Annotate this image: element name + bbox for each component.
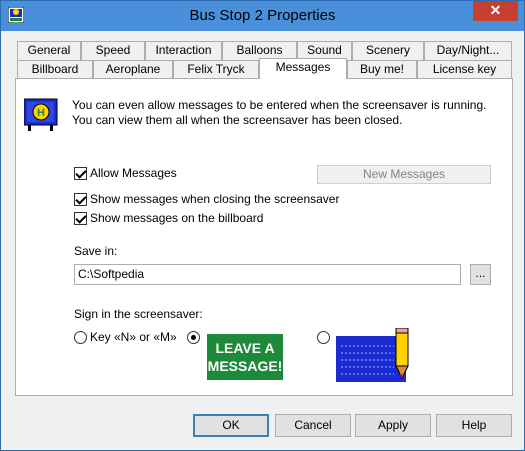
tab-buy-me[interactable]: Buy me! (347, 60, 417, 79)
tab-aeroplane[interactable]: Aeroplane (93, 60, 173, 79)
close-icon[interactable]: ✕ (473, 1, 518, 21)
tab-speed[interactable]: Speed (81, 41, 145, 60)
messages-description: You can even allow messages to be entere… (72, 98, 487, 127)
allow-messages-label[interactable]: Allow Messages (90, 166, 177, 180)
radio-billboard-pen[interactable] (317, 331, 330, 344)
messages-panel: H You can even allow messages to be ente… (15, 78, 513, 396)
radio-leave-message[interactable] (187, 331, 200, 344)
save-in-label: Save in: (74, 244, 118, 258)
show-on-billboard-checkbox[interactable] (74, 211, 87, 225)
svg-text:H: H (37, 107, 45, 119)
show-on-close-label[interactable]: Show messages when closing the screensav… (90, 192, 339, 206)
show-on-close-checkbox[interactable] (74, 192, 87, 206)
help-button[interactable]: Help (436, 414, 512, 437)
tab-interaction[interactable]: Interaction (145, 41, 222, 60)
show-on-billboard-label[interactable]: Show messages on the billboard (90, 211, 263, 225)
apply-button[interactable]: Apply (355, 414, 431, 437)
tab-messages[interactable]: Messages (259, 58, 347, 79)
title-bar[interactable]: Bus Stop 2 Properties ✕ (1, 1, 524, 31)
window-title: Bus Stop 2 Properties (189, 7, 336, 24)
pencil-board-icon[interactable] (336, 328, 414, 382)
tab-general[interactable]: General (17, 41, 81, 60)
new-messages-button[interactable]: New Messages (317, 165, 491, 184)
cancel-button[interactable]: Cancel (275, 414, 351, 437)
allow-messages-checkbox[interactable] (74, 166, 87, 180)
sign-label: Sign in the screensaver: (74, 307, 203, 321)
tab-day-night[interactable]: Day/Night... (424, 41, 512, 60)
tab-scenery[interactable]: Scenery (352, 41, 424, 60)
save-in-input[interactable]: C:\Softpedia (74, 264, 461, 285)
radio-key[interactable] (74, 331, 87, 344)
show-on-billboard-row[interactable]: Show messages on the billboard (74, 210, 263, 226)
show-on-close-row[interactable]: Show messages when closing the screensav… (74, 191, 339, 207)
leave-message-sign[interactable]: LEAVE A MESSAGE! (207, 334, 283, 380)
ok-button[interactable]: OK (193, 414, 269, 437)
tab-license-key[interactable]: License key (417, 60, 512, 79)
allow-messages-row[interactable]: Allow Messages (74, 165, 177, 181)
tab-felix-tryck[interactable]: Felix Tryck (173, 60, 259, 79)
billboard-icon: H (24, 98, 58, 131)
browse-button[interactable]: ... (470, 264, 491, 285)
radio-key-label[interactable]: Key «N» or «M» (90, 330, 177, 344)
tab-billboard[interactable]: Billboard (17, 60, 93, 79)
properties-window: Bus Stop 2 Properties ✕ General Speed In… (0, 0, 525, 451)
